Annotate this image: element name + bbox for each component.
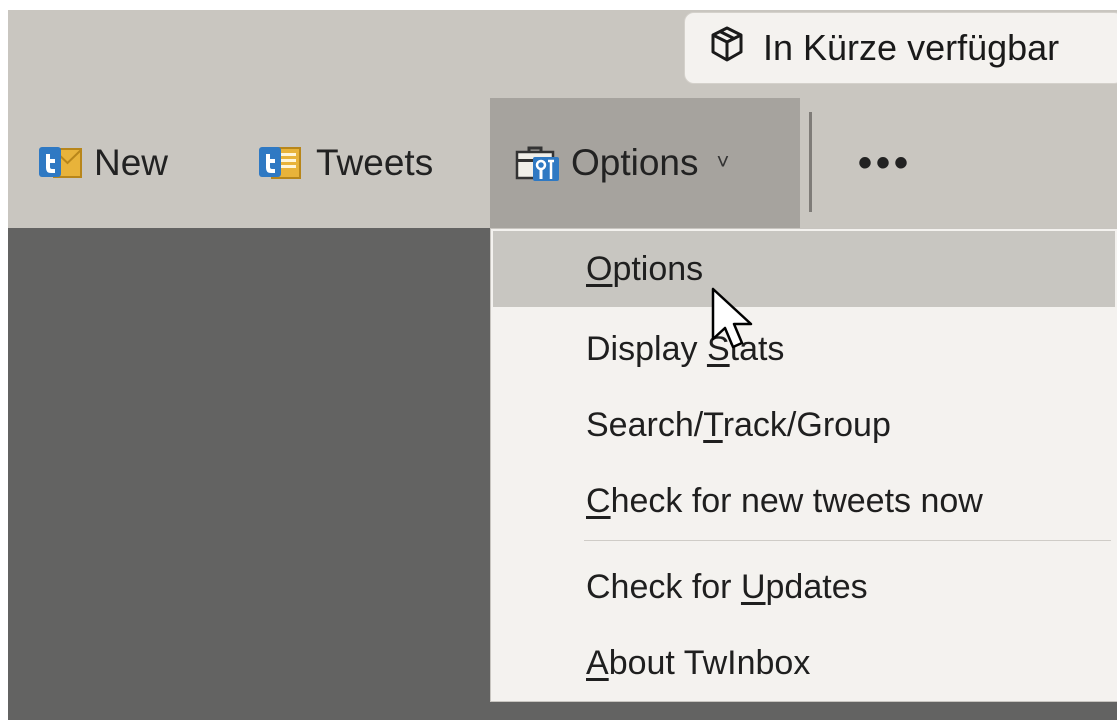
- new-button[interactable]: New: [36, 98, 226, 228]
- coming-soon-button[interactable]: In Kürze verfügbar: [684, 12, 1117, 84]
- menu-separator: [584, 540, 1111, 541]
- chevron-down-icon: ˅: [716, 149, 730, 174]
- coming-soon-label: In Kürze verfügbar: [763, 27, 1060, 68]
- options-dropdown-button[interactable]: Options ˅: [490, 98, 800, 228]
- twitter-tweets-folder-icon: [258, 145, 302, 181]
- window-frame: In Kürze verfügbar New Tweets Options ˅ …: [8, 10, 1117, 720]
- menu-item-label: Check for Updates: [586, 567, 868, 606]
- menu-item-label: Check for new tweets now: [586, 481, 983, 520]
- tweets-label: Tweets: [316, 142, 434, 183]
- menu-item-check-updates[interactable]: Check for Updates: [493, 549, 1115, 625]
- toolbox-settings-icon: [515, 145, 559, 181]
- menu-item-display-stats[interactable]: Display Stats: [493, 311, 1115, 387]
- menu-item-label: Options: [586, 249, 704, 288]
- more-options-button[interactable]: •••: [850, 98, 920, 228]
- ellipsis-icon: •••: [857, 140, 912, 185]
- new-label: New: [94, 142, 169, 183]
- twitter-new-mail-icon: [38, 145, 82, 181]
- toolbar-divider: [809, 112, 812, 212]
- options-dropdown-menu: Options Display Stats Search/Track/Group…: [490, 228, 1117, 702]
- mouse-cursor-icon: [711, 287, 759, 362]
- ribbon-toolbar: In Kürze verfügbar New Tweets Options ˅ …: [8, 10, 1117, 228]
- options-label: Options: [571, 142, 699, 183]
- menu-item-search-track-group[interactable]: Search/Track/Group: [493, 387, 1115, 463]
- menu-item-options[interactable]: Options: [493, 231, 1115, 307]
- menu-item-label: Search/Track/Group: [586, 405, 891, 444]
- menu-item-about[interactable]: About TwInbox: [493, 625, 1115, 701]
- menu-item-check-new-tweets[interactable]: Check for new tweets now: [493, 463, 1115, 539]
- tweets-button[interactable]: Tweets: [256, 98, 486, 228]
- package-box-icon: [705, 22, 749, 75]
- menu-item-label: About TwInbox: [586, 643, 811, 682]
